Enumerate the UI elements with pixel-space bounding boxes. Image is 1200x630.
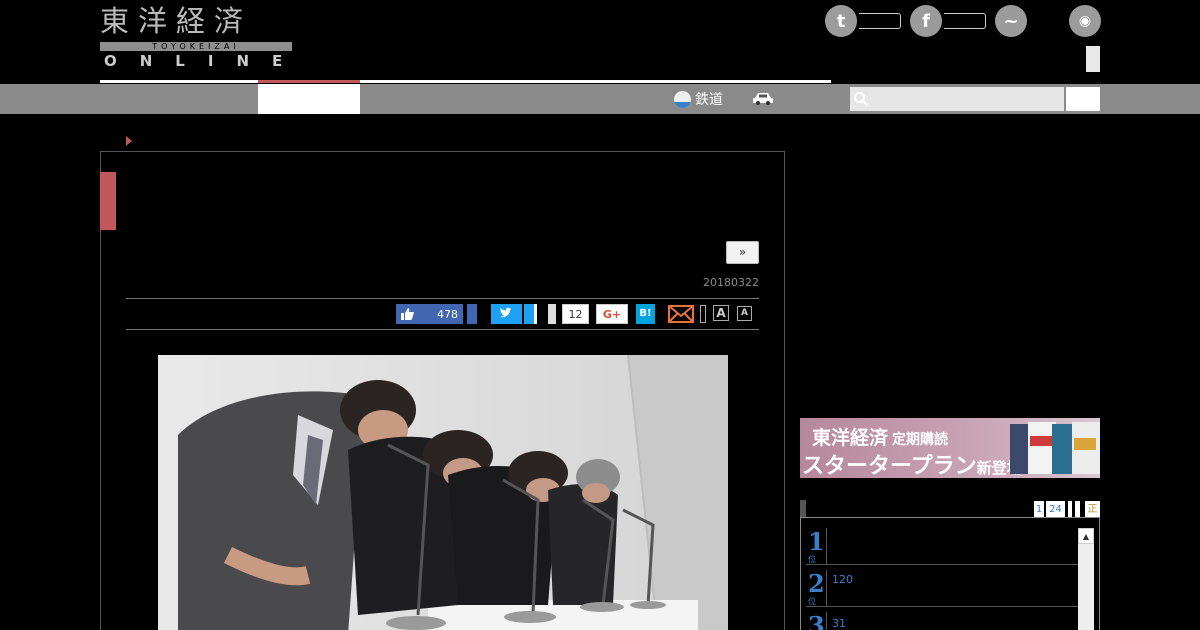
header-side-tab[interactable] (1086, 46, 1100, 72)
ranking-tab-4[interactable] (1075, 501, 1080, 518)
facebook-like-count: 478 (437, 307, 458, 321)
ranking-item-1[interactable]: 1 位 (808, 527, 825, 565)
search-button[interactable] (1066, 87, 1100, 111)
header-divider (100, 80, 831, 83)
ranking-item-3[interactable]: 3 位 (808, 611, 825, 630)
twitter-share-button[interactable] (491, 304, 522, 324)
rank-divider (806, 564, 1078, 565)
print-button[interactable] (700, 305, 706, 323)
nav-item-active[interactable] (258, 84, 360, 114)
ad-headline-main: 東洋経済 (812, 427, 889, 449)
font-size-small-button[interactable]: A (737, 306, 752, 321)
ranking-tab-24[interactable]: 24 (1046, 501, 1065, 518)
pocket-button[interactable] (548, 304, 556, 324)
rank-number: 1 (808, 527, 825, 556)
train-icon (674, 90, 691, 108)
thumbs-up-icon (401, 308, 414, 320)
facebook-like-button[interactable]: 478 (396, 304, 463, 324)
rank-separator (826, 528, 827, 564)
rank-title[interactable]: 120 (832, 573, 853, 586)
breadcrumb-arrow-icon (126, 136, 132, 146)
hatena-bookmark-button[interactable]: B! (636, 304, 655, 324)
ranking-tab-5[interactable]: 正 (1085, 501, 1100, 518)
rss-icon[interactable]: ◉ (1069, 5, 1101, 37)
font-size-large-button[interactable]: A (713, 305, 729, 321)
site-logo-subtitle: TOYOKEIZAI (100, 42, 292, 51)
ad-headline: 東洋経済 定期購読 (812, 423, 948, 450)
ad-tagline-main: スタータープラン (802, 454, 977, 479)
rank-separator (826, 570, 827, 606)
google-plus-button[interactable]: G+ (596, 304, 628, 324)
ranking-item-2[interactable]: 2 位 (808, 569, 825, 607)
next-page-button[interactable]: » (726, 241, 759, 264)
search-input[interactable] (850, 87, 1064, 111)
ad-headline-sub: 定期購読 (892, 432, 949, 448)
share-divider-bottom (126, 329, 759, 330)
car-icon[interactable] (752, 91, 774, 105)
publish-date: 20180322 (703, 276, 759, 289)
rank-title[interactable]: 31 (832, 617, 846, 630)
facebook-follow-count (944, 13, 986, 29)
nav-item-railway-label: 鉄道 (695, 92, 723, 108)
nav-item-railway[interactable]: 鉄道 (674, 87, 723, 111)
ad-tagline: スタータープラン新登場! (802, 448, 1029, 480)
ranking-tab-1[interactable]: 1 (1034, 501, 1044, 518)
header-divider-accent (258, 80, 360, 83)
article-title-accent (100, 172, 116, 230)
share-divider-top (126, 298, 759, 299)
twitter-follow-count (859, 13, 901, 29)
press-conference-photo (158, 355, 728, 630)
magazine-covers-image (1010, 422, 1100, 474)
twitter-follow-icon[interactable]: t (825, 5, 857, 37)
article-photo (158, 355, 728, 630)
rank-divider (806, 606, 1078, 607)
rank-number: 3 (808, 611, 825, 630)
facebook-share-button[interactable] (467, 304, 477, 324)
search-icon (854, 92, 869, 107)
ranking-header-accent (800, 500, 806, 518)
mail-icon[interactable] (668, 304, 694, 324)
twitter-count (524, 304, 537, 324)
facebook-follow-icon[interactable]: f (910, 5, 942, 37)
rank-number: 2 (808, 569, 825, 598)
pocket-count: 12 (562, 304, 589, 324)
messenger-icon[interactable]: ~ (995, 5, 1027, 37)
site-logo[interactable]: 東洋経済 (100, 4, 292, 38)
scroll-up-arrow-icon[interactable]: ▲ (1078, 528, 1094, 544)
rank-separator (826, 612, 827, 630)
site-logo-online: ONLINE (104, 52, 306, 70)
twitter-bird-icon (500, 307, 512, 318)
ranking-tab-3[interactable] (1068, 501, 1072, 518)
